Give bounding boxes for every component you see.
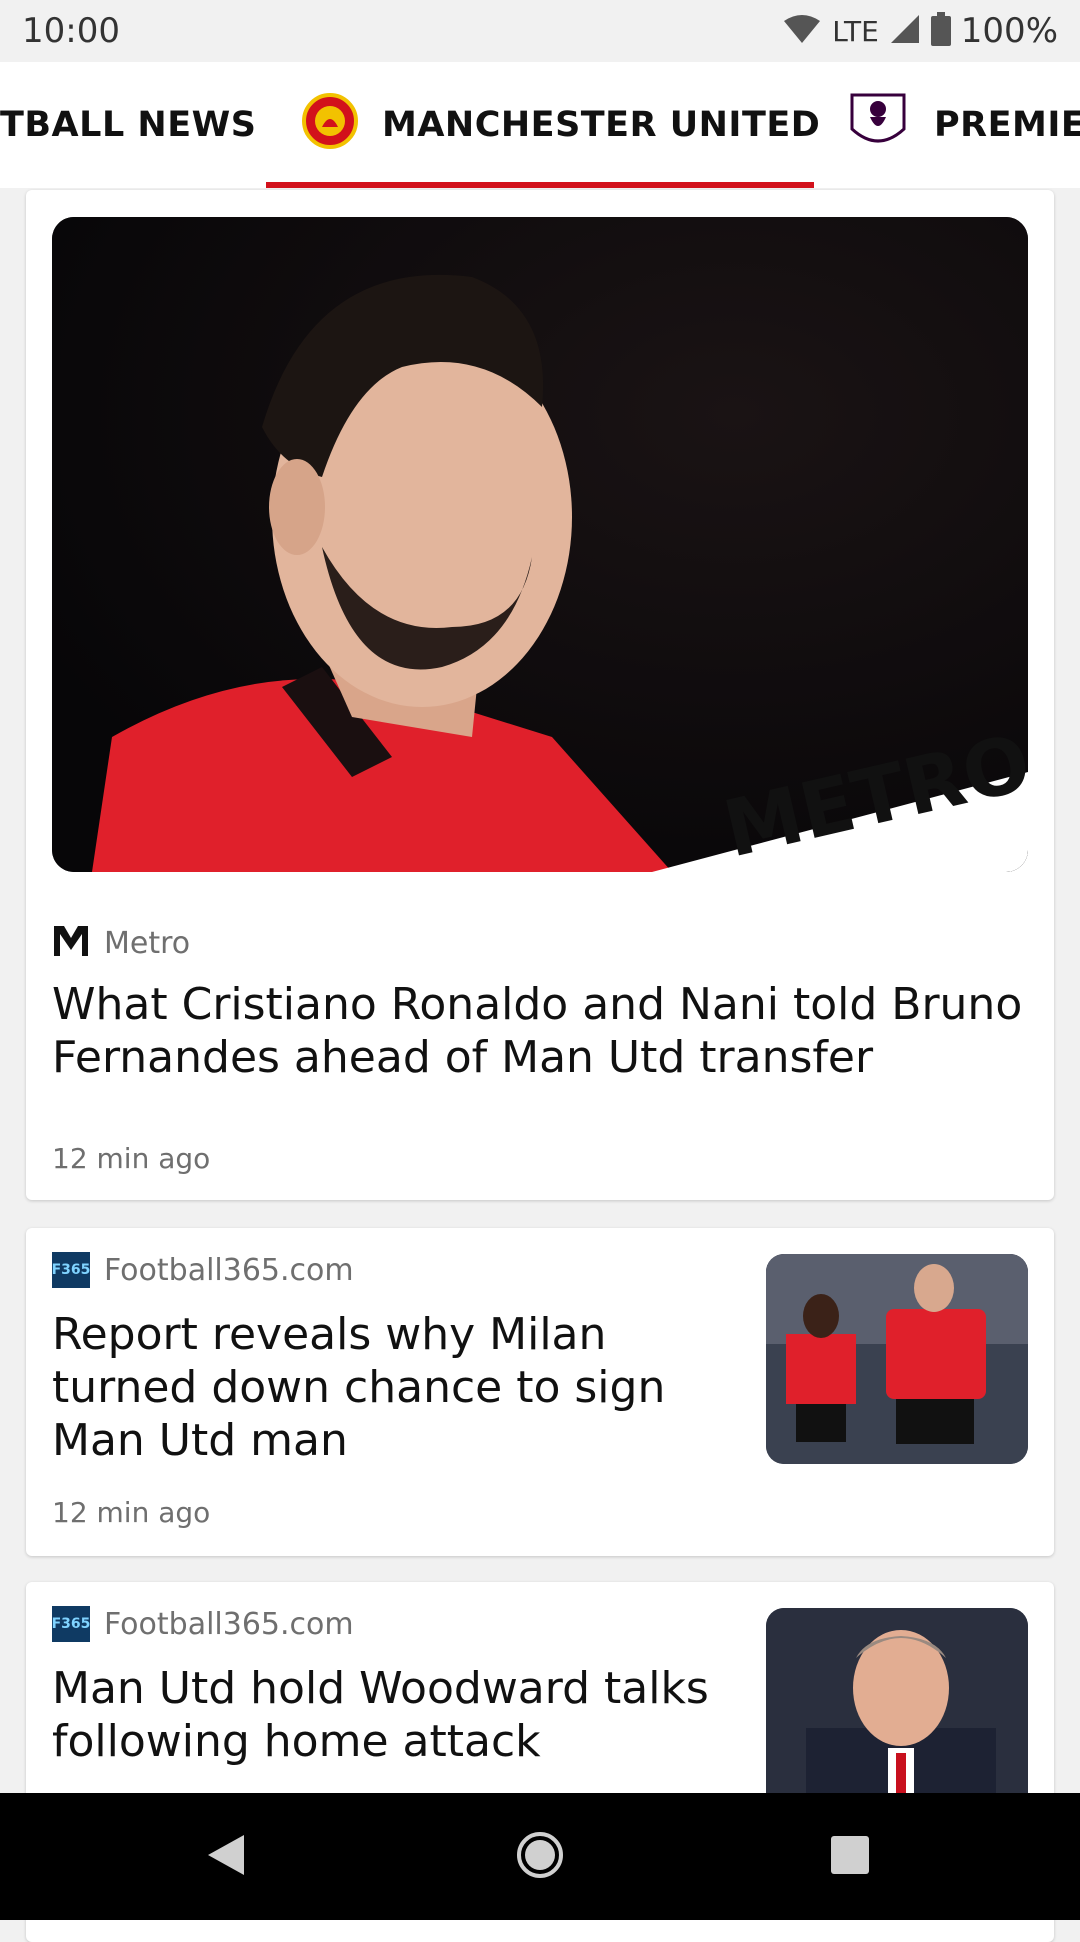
article-card[interactable]: F365 Football365.com Report reveals why … bbox=[26, 1228, 1054, 1556]
football365-logo-icon: F365 bbox=[52, 1606, 90, 1642]
source-name: Football365.com bbox=[104, 1606, 354, 1642]
tab-premier-league[interactable]: PREMIER bbox=[846, 62, 1080, 188]
article-source: Metro bbox=[52, 920, 190, 966]
recents-icon bbox=[829, 1834, 871, 1880]
battery-percent: 100% bbox=[960, 11, 1058, 51]
article-thumbnail bbox=[766, 1608, 1028, 1818]
recents-button[interactable] bbox=[780, 1793, 920, 1920]
manchester-united-crest-icon bbox=[302, 92, 358, 158]
status-bar: 10:00 LTE 100% bbox=[0, 0, 1080, 62]
metro-logo-icon bbox=[52, 920, 90, 966]
featured-article-card[interactable]: METRO.c Metro What Cristiano Ronaldo and… bbox=[26, 190, 1054, 1200]
article-thumbnail bbox=[766, 1254, 1028, 1464]
tab-label: PREMIER bbox=[934, 105, 1080, 145]
status-time: 10:00 bbox=[22, 11, 120, 51]
article-time: 12 min ago bbox=[52, 1496, 211, 1529]
article-headline: Man Utd hold Woodward talks following ho… bbox=[52, 1663, 709, 1767]
source-name: Football365.com bbox=[104, 1252, 354, 1288]
tab-football-news[interactable]: TBALL NEWS bbox=[0, 62, 256, 188]
source-name: Metro bbox=[104, 925, 191, 961]
home-icon bbox=[515, 1830, 565, 1884]
category-tab-bar: TBALL NEWS MANCHESTER UNITED PREMIER bbox=[0, 62, 1080, 188]
football365-logo-icon: F365 bbox=[52, 1252, 90, 1288]
status-icons: LTE 100% bbox=[782, 11, 1058, 51]
network-type: LTE bbox=[832, 14, 879, 48]
home-button[interactable] bbox=[470, 1793, 610, 1920]
article-source: F365 Football365.com bbox=[52, 1252, 354, 1288]
wifi-icon bbox=[782, 13, 822, 49]
tab-label: MANCHESTER UNITED bbox=[382, 105, 821, 145]
tab-label: TBALL NEWS bbox=[0, 105, 257, 145]
premier-league-logo-icon bbox=[846, 89, 910, 162]
system-navigation-bar bbox=[0, 1793, 1080, 1920]
back-button[interactable] bbox=[156, 1793, 296, 1920]
battery-icon bbox=[930, 12, 951, 50]
article-headline: What Cristiano Ronaldo and Nani told Bru… bbox=[52, 979, 1023, 1083]
selected-tab-indicator bbox=[266, 182, 814, 188]
back-icon bbox=[204, 1831, 248, 1883]
signal-icon bbox=[889, 13, 921, 49]
article-headline: Report reveals why Milan turned down cha… bbox=[52, 1309, 666, 1466]
tab-manchester-united[interactable]: MANCHESTER UNITED bbox=[302, 62, 820, 188]
article-time: 12 min ago bbox=[52, 1142, 211, 1175]
article-hero-image: METRO.c bbox=[52, 217, 1028, 872]
article-source: F365 Football365.com bbox=[52, 1606, 354, 1642]
